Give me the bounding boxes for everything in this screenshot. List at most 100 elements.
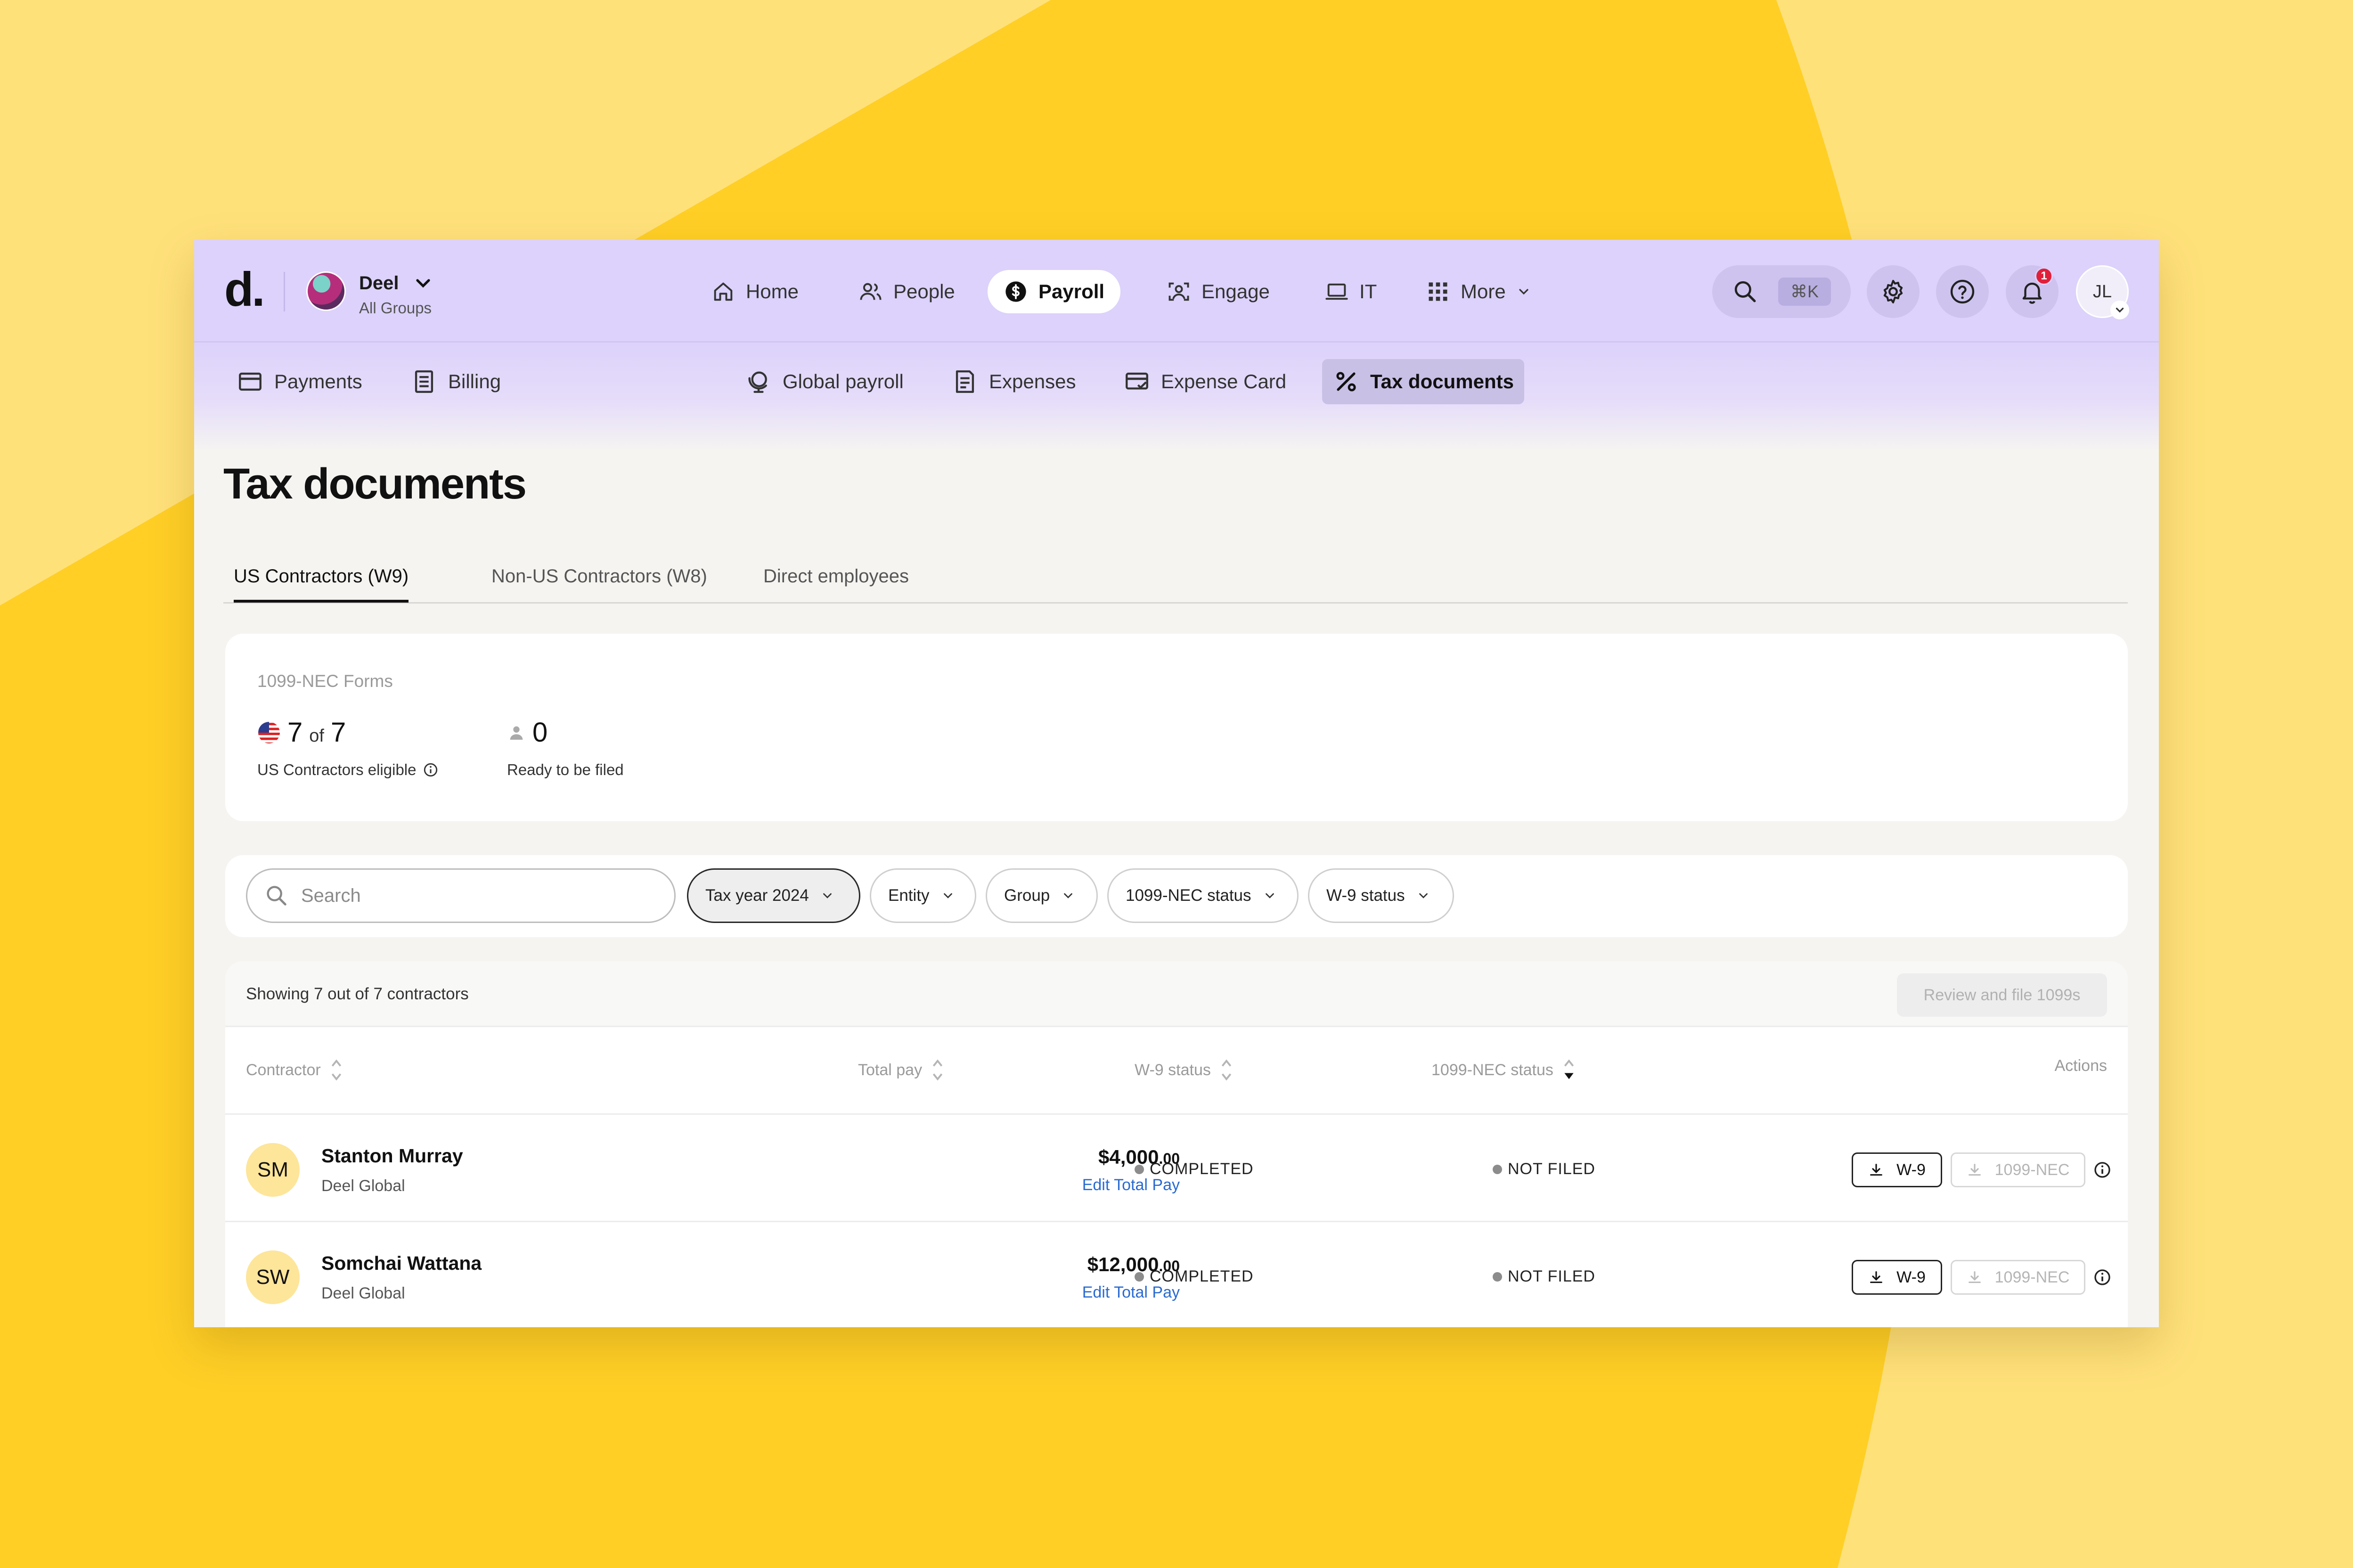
subnav-billing[interactable]: Billing: [400, 359, 511, 404]
subnav-global-payroll[interactable]: Global payroll: [735, 359, 914, 404]
nav-engage[interactable]: Engage: [1151, 270, 1286, 313]
subnav-expenses-label: Expenses: [989, 370, 1076, 392]
expense-card-icon: [1126, 372, 1148, 390]
eligible-total: 7: [330, 717, 346, 748]
org-name[interactable]: Deel: [359, 273, 399, 294]
tab-bar: US Contractors (W9) Non-US Contractors (…: [223, 558, 2128, 604]
nec-status-label: NOT FILED: [1508, 1267, 1595, 1285]
subnav-payments-label: Payments: [274, 370, 362, 392]
w9-status: COMPLETED: [1135, 1160, 1254, 1178]
dollar-icon: [1005, 281, 1026, 302]
filter-entity[interactable]: Entity: [870, 868, 976, 923]
top-navbar: d. Deel All Groups Home People Payroll E…: [194, 240, 2159, 343]
column-w9-status-label: W-9 status: [1135, 1061, 1211, 1079]
column-w9-status[interactable]: W-9 status: [1135, 1057, 1233, 1083]
contractor-entity: Deel Global: [321, 1284, 405, 1302]
filter-1099-nec-status[interactable]: 1099-NEC status: [1107, 868, 1299, 923]
sort-icon: [1221, 1059, 1232, 1081]
download-w9-button[interactable]: W-9: [1852, 1260, 1942, 1295]
nav-it[interactable]: IT: [1308, 270, 1393, 313]
nav-home[interactable]: Home: [695, 270, 815, 313]
contractor-search[interactable]: [246, 868, 676, 923]
laptop-icon: [1325, 283, 1348, 300]
column-1099-nec-status[interactable]: 1099-NEC status: [1431, 1057, 1575, 1083]
download-icon: [1968, 1164, 1981, 1176]
org-avatar[interactable]: [306, 271, 346, 311]
subnav-expense-card[interactable]: Expense Card: [1113, 359, 1297, 404]
download-1099-nec-button[interactable]: 1099-NEC: [1951, 1260, 2085, 1295]
info-icon[interactable]: [2093, 1268, 2112, 1287]
download-icon: [1870, 1164, 1883, 1176]
subnav-tax-documents[interactable]: Tax documents: [1322, 359, 1524, 404]
contractor-name[interactable]: Somchai Wattana: [321, 1252, 482, 1274]
chevron-down-icon[interactable]: [412, 272, 434, 294]
edit-total-pay-link[interactable]: Edit Total Pay: [1082, 1176, 1180, 1194]
table-row[interactable]: SW Somchai Wattana Deel Global $12,000.0…: [225, 1221, 2128, 1327]
filter-group[interactable]: Group: [986, 868, 1098, 923]
summary-title: 1099-NEC Forms: [257, 671, 393, 691]
nav-people-label: People: [893, 280, 955, 302]
subnav-expense-card-label: Expense Card: [1161, 370, 1287, 392]
filter-1099-nec-status-label: 1099-NEC status: [1126, 886, 1251, 905]
filter-tax-year[interactable]: Tax year 2024: [687, 868, 860, 923]
people-icon: [860, 283, 882, 300]
keyboard-shortcut: ⌘K: [1778, 278, 1831, 306]
subnav-expenses[interactable]: Expenses: [941, 359, 1086, 404]
notifications-button[interactable]: 1: [2006, 265, 2059, 318]
subnav-global-payroll-label: Global payroll: [783, 370, 904, 392]
tab-direct-employees[interactable]: Direct employees: [763, 566, 909, 587]
notification-badge: 1: [2035, 267, 2053, 285]
chevron-down-icon: [1265, 893, 1274, 898]
ready-count: 0: [507, 717, 547, 748]
info-icon[interactable]: [423, 762, 439, 778]
filter-w9-status[interactable]: W-9 status: [1308, 868, 1454, 923]
column-total-pay[interactable]: Total pay: [858, 1057, 944, 1083]
download-1099-nec-button[interactable]: 1099-NEC: [1951, 1152, 2085, 1187]
org-subtitle: All Groups: [359, 299, 432, 317]
summary-card: 1099-NEC Forms 7 of 7 US Contractors eli…: [225, 634, 2128, 821]
deel-logo[interactable]: d.: [224, 265, 265, 313]
sort-icon: [331, 1059, 341, 1081]
subnav-billing-label: Billing: [448, 370, 501, 392]
column-actions: Actions: [2054, 1057, 2108, 1075]
review-and-file-button[interactable]: Review and file 1099s: [1897, 973, 2107, 1017]
receipt-icon: [956, 370, 974, 393]
chevron-down-icon: [943, 893, 952, 898]
tab-us-contractors[interactable]: US Contractors (W9): [234, 566, 409, 603]
help-button[interactable]: [1936, 265, 1989, 318]
percent-icon: [1336, 372, 1356, 392]
app-window: d. Deel All Groups Home People Payroll E…: [194, 240, 2159, 1327]
user-menu-caret[interactable]: [2110, 301, 2129, 319]
settings-button[interactable]: [1867, 265, 1920, 318]
us-flag-icon: [258, 721, 280, 743]
global-search-button[interactable]: ⌘K: [1712, 265, 1851, 318]
user-avatar[interactable]: JL: [2076, 265, 2129, 319]
status-dot: [1493, 1164, 1502, 1174]
contractor-name[interactable]: Stanton Murray: [321, 1145, 463, 1167]
nec-status: NOT FILED: [1493, 1160, 1595, 1178]
edit-total-pay-link[interactable]: Edit Total Pay: [1082, 1283, 1180, 1302]
eligible-value: 7: [287, 717, 303, 748]
sort-icon: [932, 1059, 943, 1081]
nav-more[interactable]: More: [1410, 270, 1547, 313]
subnav-tax-documents-label: Tax documents: [1370, 370, 1514, 392]
nav-payroll[interactable]: Payroll: [988, 270, 1121, 313]
column-total-pay-label: Total pay: [858, 1061, 923, 1079]
nav-people[interactable]: People: [842, 270, 971, 313]
page-title: Tax documents: [223, 460, 527, 508]
status-dot: [1135, 1272, 1144, 1282]
card-icon: [239, 372, 261, 391]
search-input[interactable]: [301, 885, 631, 906]
info-icon[interactable]: [2093, 1160, 2112, 1179]
download-1099-nec-label: 1099-NEC: [1994, 1160, 2070, 1179]
table-row[interactable]: SM Stanton Murray Deel Global $4,000.00 …: [225, 1113, 2128, 1221]
download-w9-label: W-9: [1896, 1268, 1926, 1286]
filter-bar: Tax year 2024 Entity Group 1099-NEC stat…: [225, 855, 2128, 937]
download-w9-button[interactable]: W-9: [1852, 1152, 1942, 1187]
tab-non-us-contractors[interactable]: Non-US Contractors (W8): [491, 566, 707, 587]
column-contractor[interactable]: Contractor: [246, 1057, 343, 1083]
ready-value: 0: [532, 717, 548, 748]
subnav-payments[interactable]: Payments: [226, 359, 373, 404]
avatar: SW: [246, 1250, 300, 1304]
chevron-down-icon: [1519, 289, 1528, 295]
